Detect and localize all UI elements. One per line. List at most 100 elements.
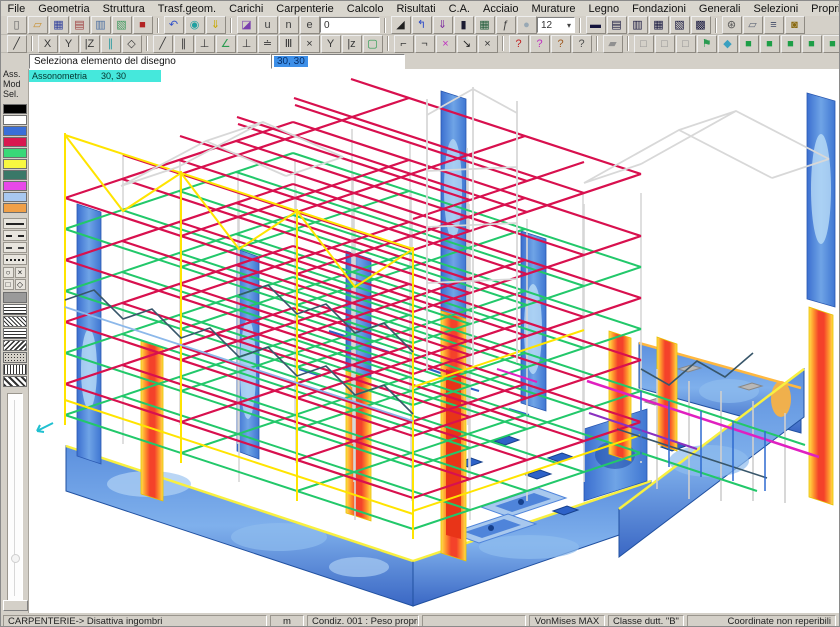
draw-line-icon[interactable]: ╱ (7, 35, 27, 53)
menu-fondazioni[interactable]: Fondazioni (626, 3, 693, 15)
parallel-cyan-icon[interactable]: ∥ (101, 35, 121, 53)
rhombus-select-icon[interactable]: ◇ (122, 35, 142, 53)
menu-risultati[interactable]: Risultati (390, 3, 442, 15)
query-beam-icon[interactable]: ? (551, 35, 571, 53)
query-node-icon[interactable]: ? (530, 35, 550, 53)
line-style-dotted[interactable] (3, 254, 27, 265)
hatch-diagonal-2[interactable] (3, 340, 27, 351)
coordinate-input[interactable]: 30, 30 (271, 54, 405, 69)
style-e-button[interactable]: e (300, 16, 320, 34)
down-arrow-icon[interactable]: ⇓ (433, 16, 453, 34)
flag-marker-icon[interactable]: ⚑ (697, 35, 717, 53)
report-list-icon[interactable]: ≡ (764, 16, 784, 34)
color-swatch-magenta[interactable] (3, 181, 27, 191)
window-quad-icon[interactable]: ▦ (649, 16, 669, 34)
style-n-button[interactable]: n (279, 16, 299, 34)
tab-assonometria[interactable]: Ass. (1, 69, 28, 79)
node-labels-icon[interactable]: ƒ (496, 16, 516, 34)
window-grid-icon[interactable]: ▩ (691, 16, 711, 34)
trim-corner-icon[interactable]: ⌐ (394, 35, 414, 53)
cube-wire-2-icon[interactable]: □ (655, 35, 675, 53)
line-tool-icon[interactable]: ╱ (153, 35, 173, 53)
align-tool-icon[interactable]: ≐ (258, 35, 278, 53)
hatch-diagonal[interactable] (3, 316, 27, 327)
snap-arrow-icon[interactable]: ↘ (457, 35, 477, 53)
menu-carichi[interactable]: Carichi (223, 3, 270, 15)
menu-geometria[interactable]: Geometria (32, 3, 96, 15)
line-style-solid[interactable] (3, 218, 27, 229)
break-cross-icon[interactable]: × (436, 35, 456, 53)
window-split-v-icon[interactable]: ▥ (628, 16, 648, 34)
hatch-solid[interactable] (3, 292, 27, 303)
menu-file[interactable]: File (1, 3, 32, 15)
color-swatch-teal[interactable] (3, 170, 27, 180)
line-style-dashed[interactable] (3, 230, 27, 241)
eraser-icon[interactable]: ▰ (603, 35, 623, 53)
profile-page-icon[interactable]: ▱ (743, 16, 763, 34)
color-swatch-lightblue[interactable] (3, 192, 27, 202)
window-split-h-icon[interactable]: ▤ (607, 16, 627, 34)
menu-struttura[interactable]: Struttura (96, 3, 151, 15)
menu-calcolo[interactable]: Calcolo (340, 3, 390, 15)
view-solid-5-icon[interactable]: ■ (823, 35, 840, 53)
query-report-icon[interactable]: ? (572, 35, 592, 53)
style-u-button[interactable]: u (258, 16, 278, 34)
open-folder-icon[interactable]: ▱ (28, 16, 48, 34)
new-document-icon[interactable]: ▯ (7, 16, 27, 34)
fill-mode-icon[interactable]: ◢ (391, 16, 411, 34)
menu-murature[interactable]: Murature (525, 3, 582, 15)
texture-dark-icon[interactable]: ▮ (454, 16, 474, 34)
window-single-icon[interactable]: ▬ (586, 16, 606, 34)
menu-proprieta[interactable]: Proprietà (805, 3, 840, 15)
zoom-level-select[interactable]: 0 (320, 17, 380, 33)
hatch-hlines[interactable] (3, 328, 27, 339)
coord-x-icon[interactable]: X (38, 35, 58, 53)
color-swatch-blue[interactable] (3, 126, 27, 136)
hatch-zigzag[interactable] (3, 376, 27, 387)
font-size-select[interactable]: 12▾ (537, 17, 575, 33)
menu-selezioni[interactable]: Selezioni (747, 3, 805, 15)
marker-diamond[interactable]: ◇ (15, 279, 26, 290)
marker-circle[interactable]: ○ (3, 267, 14, 278)
color-swatch-orange[interactable] (3, 203, 27, 213)
coord-z-icon[interactable]: |Z (80, 35, 100, 53)
tab-selezione[interactable]: Sel. (1, 89, 28, 99)
axis-z-icon[interactable]: |z (342, 35, 362, 53)
color-swatch-white[interactable] (3, 115, 27, 125)
view-mode-strip[interactable]: Assonometria 30, 30 (29, 70, 161, 82)
model-canvas[interactable] (29, 69, 839, 613)
capture-image-icon[interactable]: ■ (133, 16, 153, 34)
delete-cross-icon[interactable]: × (478, 35, 498, 53)
vertical-slider[interactable] (7, 393, 23, 607)
refresh-view-icon[interactable]: ◉ (185, 16, 205, 34)
save-icon[interactable]: ▦ (49, 16, 69, 34)
hatch-cross[interactable] (3, 304, 27, 315)
view-solid-4-icon[interactable]: ■ (802, 35, 822, 53)
menu-ca[interactable]: C.A. (442, 3, 476, 15)
import-doc-icon[interactable]: ▤ (70, 16, 90, 34)
merge-doc-icon[interactable]: ▧ (112, 16, 132, 34)
cube-solid-cyan-icon[interactable]: ◆ (718, 35, 738, 53)
menu-legno[interactable]: Legno (582, 3, 626, 15)
color-swatch-crimson[interactable] (3, 137, 27, 147)
color-swatch-green[interactable] (3, 148, 27, 158)
shade-sphere-icon[interactable]: ● (517, 16, 537, 34)
view-solid-2-icon[interactable]: ■ (760, 35, 780, 53)
slider-thumb[interactable] (11, 554, 20, 563)
multi-line-tool-icon[interactable]: Ⅲ (279, 35, 299, 53)
parallel-tool-icon[interactable]: ∥ (174, 35, 194, 53)
scale-cross-icon[interactable]: × (300, 35, 320, 53)
view-solid-3-icon[interactable]: ■ (781, 35, 801, 53)
hatch-dots[interactable] (3, 352, 27, 363)
text-color-icon[interactable]: ◪ (237, 16, 257, 34)
import-dxf-icon[interactable]: ⇓ (206, 16, 226, 34)
view-solid-1-icon[interactable]: ■ (739, 35, 759, 53)
trim-edge-icon[interactable]: ¬ (415, 35, 435, 53)
coord-y-icon[interactable]: Y (59, 35, 79, 53)
hook-select-icon[interactable]: ↰ (412, 16, 432, 34)
undo-icon[interactable]: ↶ (164, 16, 184, 34)
axis-y-icon[interactable]: Y (321, 35, 341, 53)
texture-green-icon[interactable]: ▦ (475, 16, 495, 34)
settings-gear-icon[interactable]: ⊛ (722, 16, 742, 34)
menu-acciaio[interactable]: Acciaio (477, 3, 525, 15)
